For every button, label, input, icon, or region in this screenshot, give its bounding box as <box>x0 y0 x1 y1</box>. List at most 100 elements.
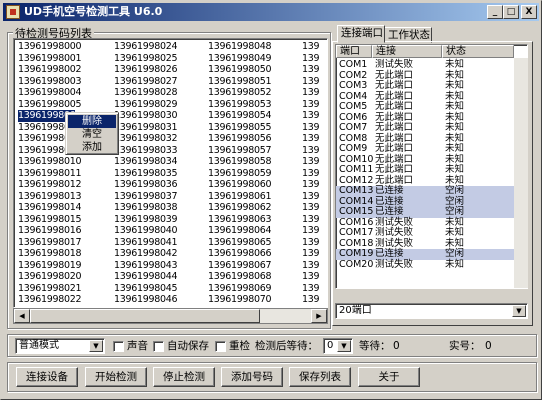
number-cell[interactable]: 13961998049 <box>208 53 271 65</box>
status-col-header[interactable]: 状态 <box>442 45 514 58</box>
save-list-button[interactable]: 保存列表 <box>289 367 351 387</box>
number-cell[interactable]: 13961998052 <box>208 87 271 99</box>
number-cell[interactable]: 139 <box>302 122 320 134</box>
number-list-hscrollbar[interactable]: ◀ ▶ <box>13 308 328 324</box>
number-cell[interactable]: 13961998026 <box>114 64 177 76</box>
number-cell[interactable]: 13961998046 <box>114 294 177 306</box>
number-cell[interactable]: 13961998067 <box>208 260 271 272</box>
number-cell[interactable]: 13961998066 <box>208 248 271 260</box>
port-row[interactable]: COM17 测试失败 未知 <box>336 227 526 239</box>
number-cell[interactable]: 13961998070 <box>208 294 271 306</box>
number-cell[interactable]: 13961998028 <box>114 87 177 99</box>
conn-col-header[interactable]: 连接 <box>372 45 442 58</box>
number-cell[interactable]: 13961998017 <box>18 237 81 249</box>
chevron-down-icon[interactable]: ▼ <box>337 340 351 352</box>
number-cell[interactable]: 13961998059 <box>208 168 271 180</box>
number-cell[interactable]: 139 <box>302 168 320 180</box>
number-cell[interactable]: 13961998021 <box>18 283 81 295</box>
number-cell[interactable]: 139 <box>302 214 320 226</box>
number-cell[interactable]: 139 <box>302 202 320 214</box>
add-number-button[interactable]: 添加号码 <box>221 367 283 387</box>
number-cell[interactable]: 13961998053 <box>208 99 271 111</box>
port-row[interactable]: COM9 无此端口 未知 <box>336 143 526 155</box>
number-cell[interactable]: 139 <box>302 76 320 88</box>
port-row[interactable]: COM5 无此端口 未知 <box>336 101 526 113</box>
number-cell[interactable]: 13961998054 <box>208 110 271 122</box>
number-cell[interactable]: 139 <box>302 225 320 237</box>
number-cell[interactable]: 13961998022 <box>18 294 81 306</box>
number-cell[interactable]: 13961998010 <box>18 156 81 168</box>
number-cell[interactable]: 139 <box>302 87 320 99</box>
number-cell[interactable]: 139 <box>302 237 320 249</box>
number-cell[interactable]: 13961998027 <box>114 76 177 88</box>
port-table[interactable]: 端口 连接 状态 COM1 测试失败 未知 COM2 无此端口 未知 COM3 无此端口 未知 C… <box>335 44 528 289</box>
sound-checkbox[interactable] <box>113 341 124 352</box>
number-cell[interactable]: 13961998069 <box>208 283 271 295</box>
number-cell[interactable]: 13961998068 <box>208 271 271 283</box>
number-cell[interactable]: 139 <box>302 283 320 295</box>
port-row[interactable]: COM15 已连接 空闲 <box>336 206 526 218</box>
minimize-button[interactable]: _ <box>487 5 503 19</box>
number-cell[interactable]: 13961998048 <box>208 41 271 53</box>
number-cell[interactable]: 13961998024 <box>114 41 177 53</box>
chevron-down-icon[interactable]: ▼ <box>512 305 526 317</box>
number-cell[interactable]: 13961998034 <box>114 156 177 168</box>
scroll-left-icon[interactable]: ◀ <box>14 309 30 323</box>
chevron-down-icon[interactable]: ▼ <box>89 340 103 352</box>
number-cell[interactable]: 13961998018 <box>18 248 81 260</box>
number-cell[interactable]: 139 <box>302 248 320 260</box>
number-cell[interactable]: 13961998040 <box>114 225 177 237</box>
number-list[interactable]: 13961998000 13961998001 13961998002 1396199… <box>13 38 328 308</box>
number-cell[interactable]: 139 <box>302 191 320 203</box>
port-col-header[interactable]: 端口 <box>336 45 372 58</box>
number-cell[interactable]: 139 <box>302 156 320 168</box>
number-cell[interactable]: 139 <box>302 271 320 283</box>
number-cell[interactable]: 13961998000 <box>18 41 81 53</box>
number-cell[interactable]: 13961998045 <box>114 283 177 295</box>
number-cell[interactable]: 13961998055 <box>208 122 271 134</box>
port-row[interactable]: COM19 已连接 空闲 <box>336 248 526 260</box>
number-cell[interactable]: 13961998019 <box>18 260 81 272</box>
scroll-thumb[interactable] <box>30 309 260 323</box>
ctx-clear[interactable]: 清空 <box>68 128 116 141</box>
wait-combo[interactable]: 0 ▼ <box>323 338 353 354</box>
number-cell[interactable]: 13961998065 <box>208 237 271 249</box>
port-row[interactable]: COM13 已连接 空闲 <box>336 185 526 197</box>
number-cell[interactable]: 13961998001 <box>18 53 81 65</box>
number-cell[interactable]: 13961998042 <box>114 248 177 260</box>
number-cell[interactable]: 139 <box>302 41 320 53</box>
number-cell[interactable]: 13961998063 <box>208 214 271 226</box>
number-cell[interactable]: 13961998041 <box>114 237 177 249</box>
number-cell[interactable]: 13961998002 <box>18 64 81 76</box>
about-button[interactable]: 关于 <box>358 367 420 387</box>
number-cell[interactable]: 13961998061 <box>208 191 271 203</box>
number-cell[interactable]: 13961998057 <box>208 145 271 157</box>
recheck-checkbox[interactable] <box>215 341 226 352</box>
mode-combo[interactable]: 普通模式 ▼ <box>15 338 105 354</box>
number-cell[interactable]: 139 <box>302 294 320 306</box>
number-cell[interactable]: 13961998013 <box>18 191 81 203</box>
title-bar[interactable]: UD手机空号检测工具 U6.0 _ □ X <box>3 3 539 21</box>
autosave-checkbox[interactable] <box>153 341 164 352</box>
port-row[interactable]: COM1 测试失败 未知 <box>336 59 526 71</box>
number-cell[interactable]: 13961998035 <box>114 168 177 180</box>
number-cell[interactable]: 13961998058 <box>208 156 271 168</box>
number-cell[interactable]: 139 <box>302 133 320 145</box>
number-cell[interactable]: 13961998036 <box>114 179 177 191</box>
maximize-button[interactable]: □ <box>503 5 519 19</box>
number-cell[interactable]: 139 <box>302 53 320 65</box>
number-cell[interactable]: 13961998031 <box>114 122 177 134</box>
number-cell[interactable]: 13961998020 <box>18 271 81 283</box>
port-count-combo[interactable]: 20端口 ▼ <box>335 303 528 319</box>
number-cell[interactable]: 13961998037 <box>114 191 177 203</box>
number-cell[interactable]: 13961998038 <box>114 202 177 214</box>
number-cell[interactable]: 13961998044 <box>114 271 177 283</box>
number-cell[interactable]: 13961998011 <box>18 168 81 180</box>
number-cell[interactable]: 13961998051 <box>208 76 271 88</box>
number-cell[interactable]: 13961998060 <box>208 179 271 191</box>
port-table-vscrollbar[interactable] <box>514 58 528 288</box>
tab-ports[interactable]: 连接端口 <box>337 25 385 43</box>
number-cell[interactable]: 139 <box>302 179 320 191</box>
port-row[interactable]: COM20 测试失败 未知 <box>336 259 526 271</box>
number-cell[interactable]: 13961998030 <box>114 110 177 122</box>
